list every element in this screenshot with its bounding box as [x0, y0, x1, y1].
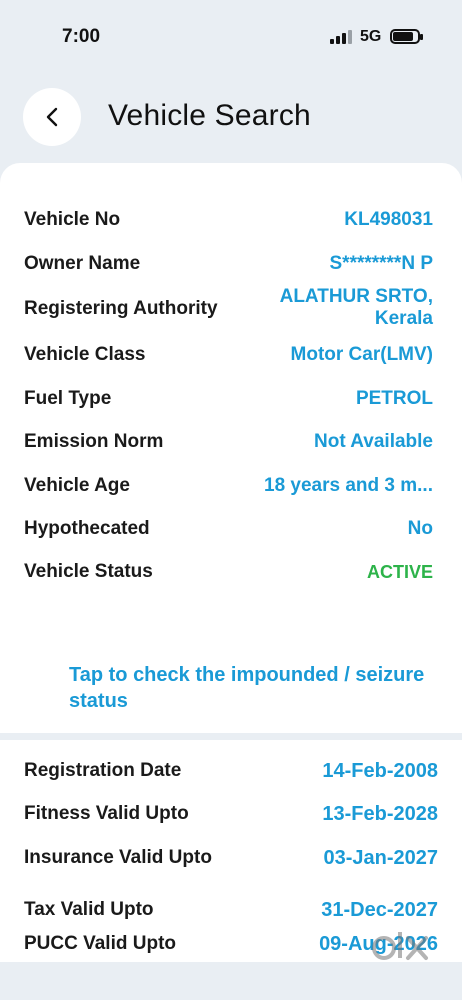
detail-label: Vehicle Status [24, 561, 153, 582]
fuel-type-value: PETROL [355, 388, 433, 409]
detail-label: Vehicle Age [24, 475, 130, 496]
impound-status-link[interactable]: Tap to check the impounded / seizure sta… [69, 662, 429, 714]
detail-label: Emission Norm [24, 431, 164, 452]
validity-label: Registration Date [24, 760, 182, 781]
vehicle-class-value: Motor Car(LMV) [290, 344, 433, 365]
fitness-valid-value: 13-Feb-2028 [322, 803, 438, 825]
detail-label: Registering Authority [24, 298, 218, 319]
detail-label: Owner Name [24, 253, 141, 274]
registering-authority-value: ALATHUR SRTO, Kerala [279, 286, 433, 329]
vehicle-status-badge: ACTIVE [366, 562, 433, 582]
network-label: 5G [360, 28, 382, 45]
validity-label: Insurance Valid Upto [24, 847, 212, 868]
vehicle-search-screen: 7:00 5G Vehicle Search Vehicle No KL4980… [0, 0, 462, 1000]
vehicle-age-value: 18 years and 3 m... [264, 475, 433, 496]
hypothecated-value: No [407, 518, 433, 539]
detail-label: Hypothecated [24, 518, 150, 539]
detail-label: Vehicle No [24, 209, 121, 230]
olx-watermark-logo [372, 932, 428, 960]
vehicle-details-card: Vehicle No KL498031 Owner Name S********… [0, 163, 462, 733]
tax-valid-value: 31-Dec-2027 [321, 899, 438, 921]
status-bar: 7:00 5G [0, 0, 462, 70]
registration-date-value: 14-Feb-2008 [322, 760, 438, 782]
chevron-left-icon [46, 107, 58, 127]
detail-label: Vehicle Class [24, 344, 146, 365]
page-title: Vehicle Search [108, 99, 311, 132]
validity-label: Fitness Valid Upto [24, 803, 189, 824]
insurance-valid-value: 03-Jan-2027 [323, 847, 438, 869]
owner-name-value: S********N P [329, 253, 434, 274]
emission-norm-value: Not Available [314, 431, 433, 452]
battery-icon [390, 29, 423, 44]
validity-label: Tax Valid Upto [24, 899, 154, 920]
validity-label: PUCC Valid Upto [24, 933, 177, 954]
detail-label: Fuel Type [24, 388, 112, 409]
signal-icon [330, 30, 352, 44]
back-button[interactable] [23, 88, 81, 146]
vehicle-number-value: KL498031 [344, 209, 433, 230]
status-time: 7:00 [62, 26, 101, 47]
